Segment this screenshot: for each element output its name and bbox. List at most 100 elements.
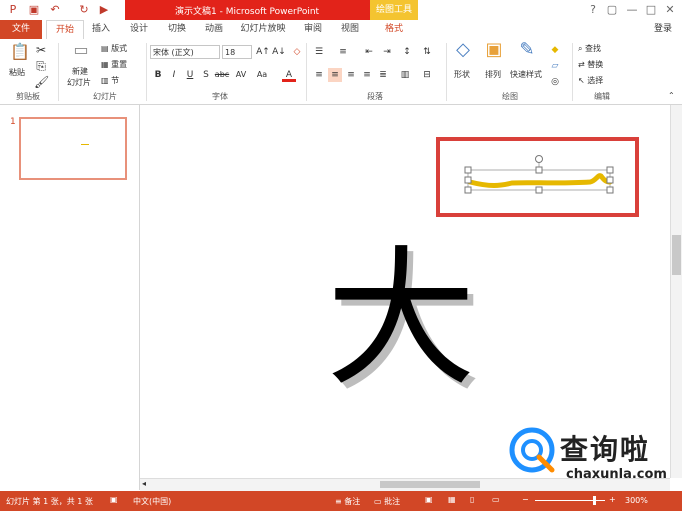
shape-outline-icon[interactable]: ▱ (548, 59, 562, 73)
tab-view[interactable]: 视图 (335, 20, 365, 39)
slideshow-from-start-icon[interactable]: ▶ (97, 3, 111, 17)
resize-handle[interactable] (464, 186, 472, 194)
shape-fill-icon[interactable]: ◆ (548, 43, 562, 57)
tab-insert[interactable]: 插入 (86, 20, 116, 39)
redo-icon[interactable]: ↻ (77, 3, 91, 17)
cut-icon[interactable]: ✂ (34, 43, 48, 57)
paste-button[interactable]: 粘贴 (9, 67, 25, 78)
change-case-button[interactable]: Aa (253, 68, 271, 82)
title-bar: P ▣ ↶ ↻ ▶ 演示文稿1 - Microsoft PowerPoint 绘… (0, 0, 682, 20)
resize-handle[interactable] (606, 166, 614, 174)
resize-handle[interactable] (464, 166, 472, 174)
spellcheck-icon[interactable]: ▣ (110, 495, 118, 504)
align-text-icon[interactable]: ⊟ (420, 68, 434, 82)
maximize-button[interactable]: □ (643, 2, 659, 18)
arrange-button[interactable]: 排列 (485, 69, 501, 80)
new-slide-button-line1[interactable]: 新建 (72, 66, 88, 77)
slide-big-character-text[interactable]: 大 (326, 240, 476, 400)
tab-file[interactable]: 文件 (0, 20, 42, 39)
bold-button[interactable]: B (151, 68, 165, 82)
normal-view-icon[interactable]: ▣ (425, 495, 433, 504)
notes-button[interactable]: ≡ 备注 (335, 496, 360, 507)
increase-indent-icon[interactable]: ⇥ (380, 45, 394, 59)
tab-transitions[interactable]: 切换 (162, 20, 192, 39)
tab-review[interactable]: 审阅 (298, 20, 328, 39)
line-spacing-icon[interactable]: ↕ (400, 45, 414, 59)
format-painter-icon[interactable]: 🖌 (34, 75, 49, 89)
select-button[interactable]: ↖ 选择 (578, 75, 603, 86)
resize-handle[interactable] (464, 176, 472, 184)
save-icon[interactable]: ▣ (27, 3, 41, 17)
distribute-icon[interactable]: ≣ (376, 68, 390, 82)
numbering-icon[interactable]: ≡ (336, 45, 350, 59)
section-button[interactable]: ▥ 节 (101, 75, 119, 86)
grow-font-icon[interactable]: A↑ (256, 45, 270, 59)
tab-format[interactable]: 格式 (376, 20, 412, 39)
font-color-button[interactable]: A (282, 68, 296, 82)
rotate-handle[interactable] (535, 155, 543, 163)
horizontal-scrollbar-thumb[interactable] (380, 481, 480, 488)
decrease-indent-icon[interactable]: ⇤ (362, 45, 376, 59)
shadow-button[interactable]: S (199, 68, 213, 82)
close-button[interactable]: ✕ (662, 2, 678, 18)
resize-handle[interactable] (535, 186, 543, 194)
font-size-select[interactable]: 18 (222, 45, 252, 59)
selected-freeform-shape[interactable] (460, 152, 620, 197)
reset-button[interactable]: ▦ 重置 (101, 59, 127, 70)
text-direction-icon[interactable]: ⇅ (420, 45, 434, 59)
justify-icon[interactable]: ≡ (360, 68, 374, 82)
collapse-ribbon-icon[interactable]: ⌃ (668, 91, 675, 100)
resize-handle[interactable] (606, 176, 614, 184)
undo-icon[interactable]: ↶ (48, 3, 62, 17)
tab-animations[interactable]: 动画 (199, 20, 229, 39)
shape-effects-icon[interactable]: ◎ (548, 75, 562, 89)
language-status[interactable]: 中文(中国) (133, 496, 171, 507)
zoom-out-icon[interactable]: − (522, 495, 529, 504)
clear-formatting-icon[interactable]: ◇ (290, 45, 304, 59)
zoom-in-icon[interactable]: + (609, 495, 616, 504)
align-right-icon[interactable]: ≡ (344, 68, 358, 82)
align-left-icon[interactable]: ≡ (312, 68, 326, 82)
slide-thumbnail[interactable] (19, 117, 127, 180)
tab-design[interactable]: 设计 (124, 20, 154, 39)
comments-button[interactable]: ▭ 批注 (374, 496, 400, 507)
align-center-icon[interactable]: ≡ (328, 68, 342, 82)
quick-styles-icon[interactable]: ✎ (516, 41, 538, 59)
zoom-slider-thumb[interactable] (593, 496, 596, 505)
resize-handle[interactable] (535, 166, 543, 174)
zoom-level[interactable]: 300% (625, 496, 648, 505)
find-button[interactable]: ⌕ 查找 (578, 43, 601, 54)
underline-button[interactable]: U (183, 68, 197, 82)
tab-home[interactable]: 开始 (46, 20, 84, 41)
slide-sorter-icon[interactable]: ▦ (448, 495, 456, 504)
columns-icon[interactable]: ▥ (398, 68, 412, 82)
vertical-scrollbar[interactable] (670, 105, 682, 478)
replace-button[interactable]: ⇄ 替换 (578, 59, 603, 70)
paste-icon[interactable]: 📋 (10, 44, 30, 60)
minimize-button[interactable]: — (624, 2, 640, 18)
shrink-font-icon[interactable]: A↓ (272, 45, 286, 59)
help-icon[interactable]: ? (585, 2, 601, 18)
new-slide-button-line2[interactable]: 幻灯片 (67, 77, 91, 88)
shapes-button[interactable]: 形状 (454, 69, 470, 80)
slideshow-view-icon[interactable]: ▭ (492, 495, 500, 504)
quick-styles-button[interactable]: 快速样式 (510, 69, 542, 80)
reading-view-icon[interactable]: ▯ (470, 495, 474, 504)
strikethrough-button[interactable]: abc (213, 68, 231, 82)
new-slide-icon[interactable]: ▭ (72, 42, 90, 58)
login-link[interactable]: 登录 (654, 20, 672, 39)
character-spacing-button[interactable]: AV (232, 68, 250, 82)
resize-handle[interactable] (606, 186, 614, 194)
tab-slideshow[interactable]: 幻灯片放映 (238, 20, 288, 39)
shapes-icon[interactable]: ◇ (452, 41, 474, 59)
arrange-icon[interactable]: ▣ (483, 41, 505, 59)
scroll-left-icon[interactable]: ◂ (142, 479, 146, 488)
font-name-select[interactable]: 宋体 (正文) (150, 45, 220, 59)
watermark-logo-icon (509, 427, 555, 473)
bullets-icon[interactable]: ☰ (312, 45, 326, 59)
layout-button[interactable]: ▤ 版式 (101, 43, 127, 54)
copy-icon[interactable]: ⎘ (34, 59, 48, 73)
ribbon-display-options-icon[interactable]: ▢ (604, 2, 620, 18)
italic-button[interactable]: I (167, 68, 181, 82)
vertical-scrollbar-thumb[interactable] (672, 235, 681, 275)
